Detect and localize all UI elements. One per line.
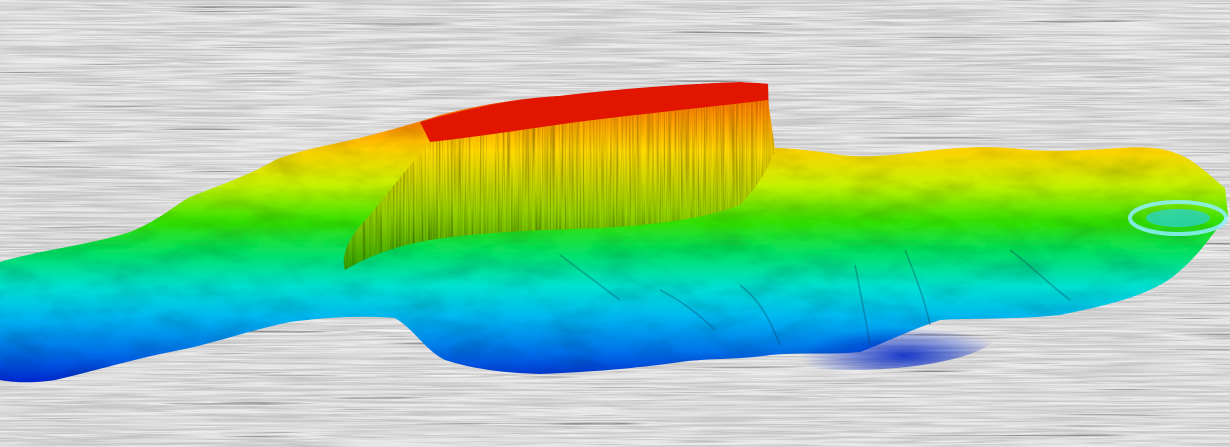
deep-basin [700,290,1000,370]
seismic-3d-visualization [0,0,1230,447]
